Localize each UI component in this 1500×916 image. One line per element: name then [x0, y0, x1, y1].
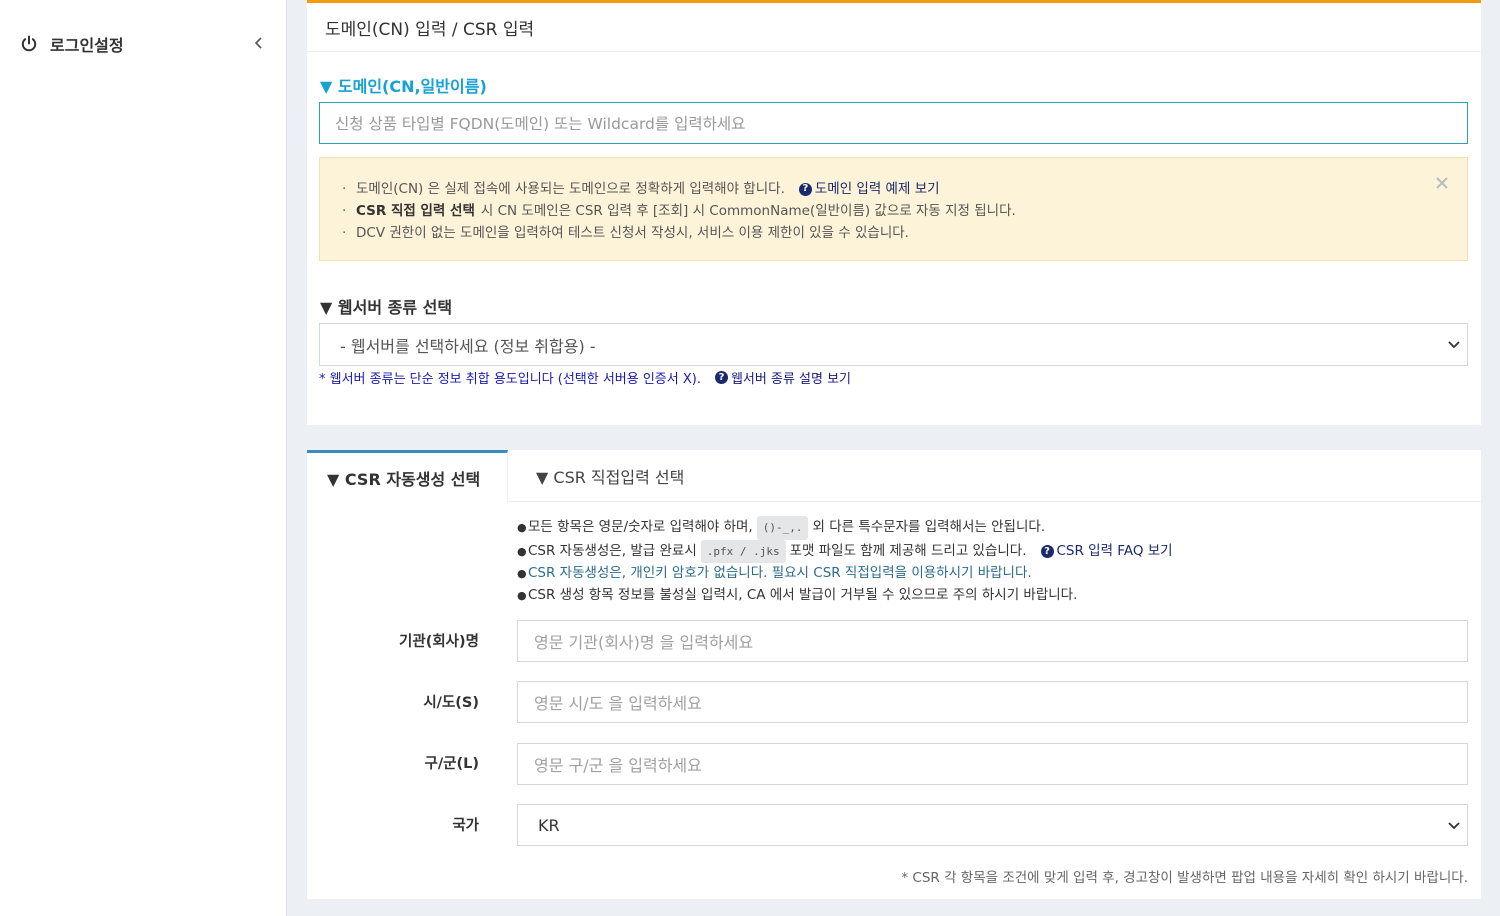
notice-text: DCV 권한이 없는 도메인을 입력하여 테스트 신청서 작성시, 서비스 이용… [356, 225, 909, 241]
bullet-icon: ● [517, 521, 527, 534]
notice-line: · CSR 직접 입력 선택 시 CN 도메인은 CSR 입력 후 [조회] 시… [342, 200, 1467, 222]
notice-line: · DCV 권한이 없는 도메인을 입력하여 테스트 신청서 작성시, 서비스 … [342, 222, 1467, 244]
power-icon [21, 35, 37, 52]
csr-card: ▼ CSR 자동생성 선택 ▼ CSR 직접입력 선택 ● 모든 항목은 영문/… [307, 450, 1481, 899]
rule-line: ● 모든 항목은 영문/숫자로 입력해야 하며, ()-_,. 외 다른 특수문… [517, 516, 1173, 540]
rule-line: ● CSR 자동생성은, 발급 완료시 .pfx / .jks 포맷 파일도 함… [517, 539, 1173, 563]
csr-tabs: ▼ CSR 자동생성 선택 ▼ CSR 직접입력 선택 [307, 450, 1481, 503]
state-label: 시/도(S) [423, 695, 479, 711]
chevron-down-icon [1448, 822, 1460, 830]
domain-example-link[interactable]: ? 도메인 입력 예제 보기 [798, 178, 940, 200]
webserver-note: * 웹서버 종류는 단순 정보 취합 용도입니다 (선택한 서버용 인증서 X)… [319, 368, 851, 387]
csr-rules: ● 모든 항목은 영문/숫자로 입력해야 하며, ()-_,. 외 다른 특수문… [517, 516, 1173, 606]
bullet-icon: ● [517, 588, 527, 602]
chevron-down-icon [1448, 341, 1460, 349]
card-title: 도메인(CN) 입력 / CSR 입력 [307, 3, 1481, 52]
domain-notice: · 도메인(CN) 은 실제 접속에 사용되는 도메인으로 정확하게 입력해야 … [319, 157, 1468, 261]
webserver-select[interactable]: - 웹서버를 선택하세요 (정보 취합용) - [319, 323, 1468, 366]
question-icon: ? [798, 182, 812, 196]
country-selected-value: KR [538, 815, 560, 835]
bullet-icon: ● [517, 544, 527, 558]
close-icon[interactable] [1435, 176, 1449, 190]
csr-footer-note: * CSR 각 항목을 조건에 맞게 입력 후, 경고창이 발생하면 팝업 내용… [901, 870, 1468, 886]
csr-faq-link[interactable]: ? CSR 입력 FAQ 보기 [1040, 541, 1173, 563]
locality-label: 구/군(L) [424, 756, 479, 772]
notice-text: 시 CN 도메인은 CSR 입력 후 [조회] 시 CommonName(일반이… [480, 203, 1016, 219]
tab-csr-direct[interactable]: ▼ CSR 직접입력 선택 [536, 450, 684, 502]
domain-input[interactable]: 신청 상품 타입별 FQDN(도메인) 또는 Wildcard를 입력하세요 [319, 102, 1468, 144]
sidebar-item-login-settings[interactable]: 로그인설정 [20, 30, 270, 58]
locality-input[interactable]: 영문 구/군 을 입력하세요 [517, 743, 1468, 785]
state-input[interactable]: 영문 시/도 을 입력하세요 [517, 681, 1468, 723]
webserver-selected-value: - 웹서버를 선택하세요 (정보 취합용) - [340, 336, 596, 356]
question-icon: ? [1040, 544, 1054, 558]
country-select[interactable]: KR [517, 804, 1468, 846]
domain-section-title: ▼ 도메인(CN,일반이름) [320, 77, 487, 96]
sidebar: 로그인설정 [0, 0, 287, 916]
tab-csr-auto[interactable]: ▼ CSR 자동생성 선택 [307, 450, 508, 503]
bullet-icon: ● [517, 567, 527, 580]
sidebar-item-label: 로그인설정 [50, 36, 124, 55]
notice-bold-text: CSR 직접 입력 선택 [356, 203, 475, 219]
domain-card: 도메인(CN) 입력 / CSR 입력 ▼ 도메인(CN,일반이름) 신청 상품… [307, 0, 1481, 425]
org-input[interactable]: 영문 기관(회사)명 을 입력하세요 [517, 620, 1468, 662]
rule-line: ● CSR 생성 항목 정보를 불성실 입력시, CA 에서 발급이 거부될 수… [517, 585, 1173, 607]
webserver-section-title: ▼ 웹서버 종류 선택 [320, 298, 453, 317]
notice-text: 도메인(CN) 은 실제 접속에 사용되는 도메인으로 정확하게 입력해야 합니… [356, 181, 785, 197]
country-label: 국가 [452, 818, 479, 834]
allowed-chars-code: ()-_,. [756, 516, 809, 540]
webserver-help-link[interactable]: ? 웹서버 종류 설명 보기 [714, 368, 851, 387]
org-label: 기관(회사)명 [399, 634, 479, 650]
rule-line: ● CSR 자동생성은, 개인키 암호가 없습니다. 필요시 CSR 직접입력을… [517, 563, 1173, 585]
chevron-left-icon[interactable] [253, 36, 265, 50]
notice-line: · 도메인(CN) 은 실제 접속에 사용되는 도메인으로 정확하게 입력해야 … [342, 178, 1467, 200]
question-icon: ? [714, 371, 728, 384]
file-format-code: .pfx / .jks [700, 539, 786, 563]
